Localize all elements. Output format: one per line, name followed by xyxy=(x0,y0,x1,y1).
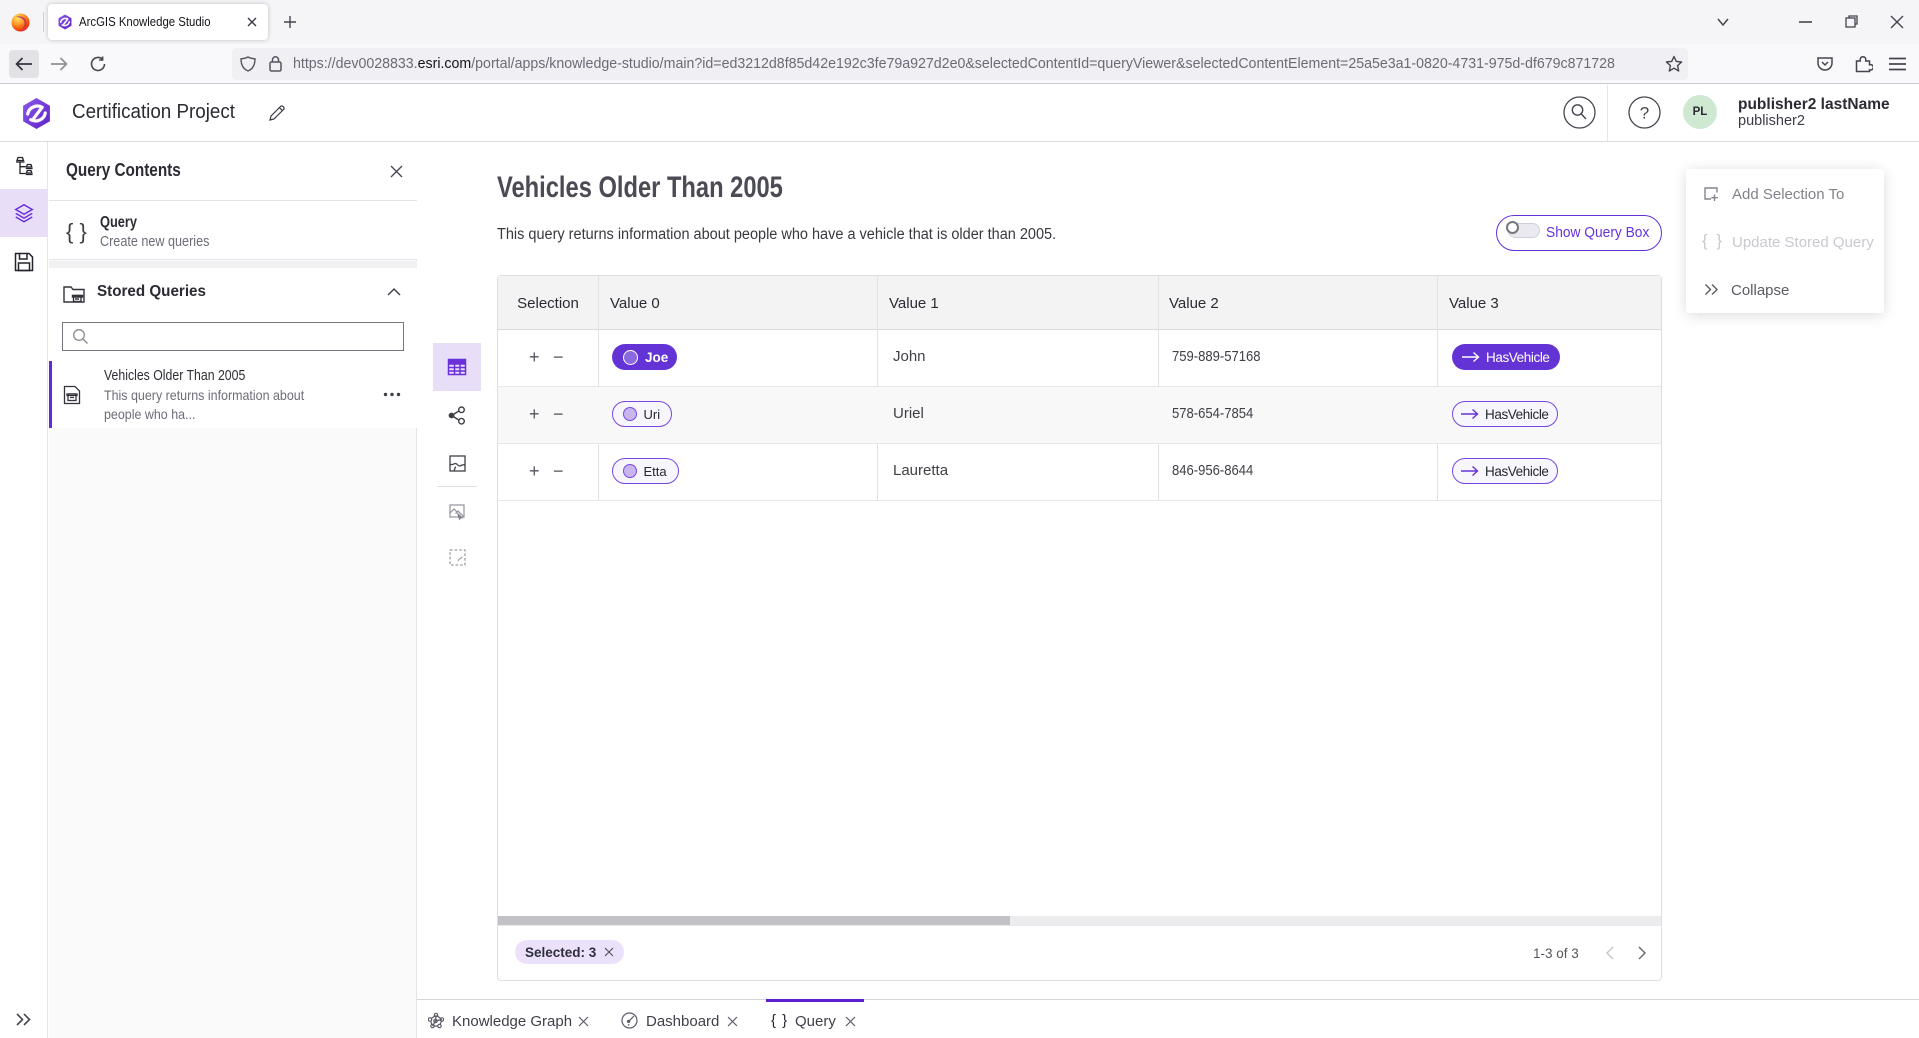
svg-text:?: ? xyxy=(1640,104,1649,123)
